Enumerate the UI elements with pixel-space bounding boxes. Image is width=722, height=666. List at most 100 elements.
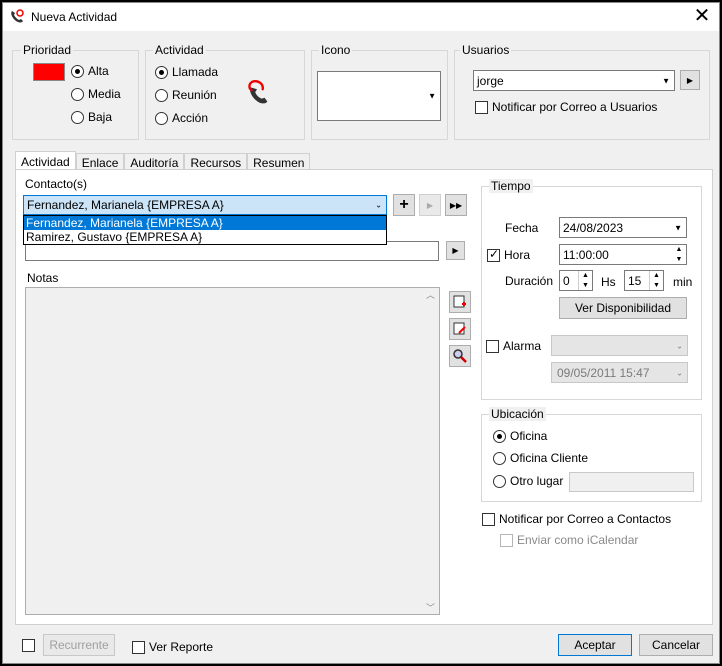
notas-scrollbar[interactable]: ︿ ﹀ [422,288,439,614]
actividad-reunion-radio[interactable]: Reunión [155,88,217,102]
checkbox-indicator [132,640,145,654]
insert-note-icon [453,295,466,308]
hs-spinner[interactable]: ▲ ▼ [578,271,592,290]
search-icon [453,349,467,363]
cancelar-button[interactable]: Cancelar [639,634,713,656]
tab-strip: Actividad Enlace Auditoría Recursos Resu… [15,151,311,172]
chevron-down-icon: ▼ [662,76,670,85]
checkbox-indicator [500,533,513,547]
ubicacion-oficina-cliente-radio[interactable]: Oficina Cliente [493,451,588,465]
radio-indicator [155,111,168,125]
usuarios-go-button[interactable]: ▶ [680,70,700,90]
edit-note-button[interactable] [449,318,471,340]
window-title: Nueva Actividad [31,10,118,24]
spin-up-icon[interactable]: ▲ [653,272,660,279]
prioridad-alta-radio[interactable]: Alta [71,64,109,78]
search-note-button[interactable] [449,345,471,367]
radio-indicator [493,451,506,465]
scroll-down-icon[interactable]: ﹀ [422,601,439,614]
radio-indicator [155,88,168,102]
prioridad-title: Prioridad [21,43,74,57]
radio-indicator [71,64,84,78]
contacto-option[interactable]: Ramirez, Gustavo {EMPRESA A} [24,230,386,244]
dialog-window: Nueva Actividad ✕ Prioridad Alta Media B… [2,2,720,664]
fecha-label: Fecha [505,221,539,235]
triangle-right-icon: ▶ [686,75,694,85]
contacto-last-button[interactable]: ▶▶ [445,194,467,216]
usuarios-select[interactable]: jorge ▼ [473,70,675,91]
chevron-down-icon: ⌄ [375,200,382,210]
prioridad-baja-radio[interactable]: Baja [71,110,112,124]
chevron-down-icon: ⌄ [676,341,683,350]
enviar-icalendar-checkbox[interactable]: Enviar como iCalendar [500,533,638,547]
checkbox-indicator [482,512,495,526]
aceptar-button[interactable]: Aceptar [558,634,632,656]
recurrente-button[interactable]: Recurrente [43,634,115,656]
fast-forward-icon: ▶▶ [449,200,463,210]
hs-label: Hs [601,275,616,289]
duracion-min-input[interactable]: 15 ▲ ▼ [624,270,664,291]
hora-input[interactable]: 11:00:00 ▲ ▼ [559,244,687,265]
contacto-next-button[interactable]: ▶ [419,194,441,216]
contactos-dropdown-list: Fernandez, Marianela {EMPRESA A} Ramirez… [23,215,387,245]
min-spinner[interactable]: ▲ ▼ [649,271,663,290]
chevron-down-icon: ▼ [428,91,436,101]
checkbox-indicator [486,339,499,353]
priority-color-swatch[interactable] [33,63,65,81]
min-label: min [673,275,693,289]
otro-lugar-input[interactable] [569,472,694,492]
actividad-title: Actividad [153,43,206,57]
icono-select[interactable]: ▼ [317,71,441,121]
notas-label: Notas [27,271,59,285]
duracion-hs-input[interactable]: 0 ▲ ▼ [559,270,593,291]
add-contacto-button[interactable]: + [393,194,415,216]
title-bar: Nueva Actividad ✕ [3,3,719,31]
radio-indicator [493,474,506,488]
hora-checkbox[interactable]: Hora [487,247,530,262]
prioridad-media-radio[interactable]: Media [71,87,121,101]
duracion-label: Duración [505,274,554,288]
usuarios-title: Usuarios [460,43,512,57]
contactos-select[interactable]: Fernandez, Marianela {EMPRESA A} ⌄ [23,195,387,215]
ubicacion-otro-lugar-radio[interactable]: Otro lugar [493,474,563,488]
insert-note-button[interactable] [449,291,471,313]
triangle-right-icon: ▶ [426,200,434,210]
ver-reporte-checkbox[interactable]: Ver Reporte [132,640,213,654]
usuarios-group [454,50,710,140]
triangle-right-icon: ▶ [452,246,459,255]
edit-note-icon [453,322,466,335]
close-icon[interactable]: ✕ [691,5,713,27]
radio-indicator [493,429,506,443]
ubicacion-oficina-radio[interactable]: Oficina [493,429,547,443]
spin-up-icon[interactable]: ▲ [582,272,589,279]
ubicacion-title: Ubicación [489,407,546,421]
actividad-llamada-radio[interactable]: Llamada [155,65,218,79]
checkbox-indicator [475,100,488,114]
notify-usuarios-checkbox[interactable]: Notificar por Correo a Usuarios [475,100,657,114]
contacto-go-button[interactable]: ▶ [446,241,465,260]
icono-title: Icono [319,43,353,57]
spin-down-icon[interactable]: ▼ [653,282,660,289]
phone-call-icon [248,80,268,104]
alarma-checkbox[interactable]: Alarma [486,339,541,353]
actividad-accion-radio[interactable]: Acción [155,111,208,125]
contacto-option[interactable]: Fernandez, Marianela {EMPRESA A} [24,216,386,230]
contactos-label: Contacto(s) [25,177,88,191]
alarma-datetime-picker[interactable]: 09/05/2011 15:47 ⌄ [551,362,688,383]
radio-indicator [155,65,168,79]
tiempo-title: Tiempo [489,179,533,193]
recurrente-checkbox[interactable] [22,639,35,652]
hora-spinner[interactable]: ▲ ▼ [672,245,686,264]
radio-indicator [71,87,84,101]
fecha-picker[interactable]: 24/08/2023 ▼ [559,217,687,238]
alarma-select[interactable]: ⌄ [551,335,688,356]
chevron-down-icon: ▼ [674,223,682,232]
spin-up-icon[interactable]: ▲ [676,246,683,253]
app-phone-icon [11,9,24,23]
notificar-contactos-checkbox[interactable]: Notificar por Correo a Contactos [482,512,671,526]
ver-disponibilidad-button[interactable]: Ver Disponibilidad [559,297,687,319]
scroll-up-icon[interactable]: ︿ [422,288,439,301]
spin-down-icon[interactable]: ▼ [582,282,589,289]
notas-textarea[interactable]: ︿ ﹀ [25,287,440,615]
spin-down-icon[interactable]: ▼ [676,256,683,263]
